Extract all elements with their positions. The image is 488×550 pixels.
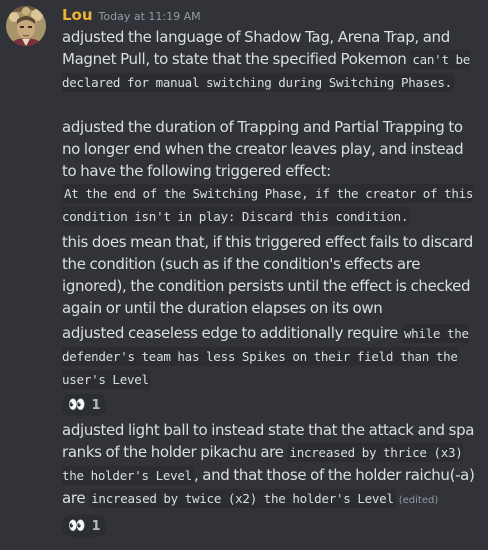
message-header: Lou Today at 11:19 AM	[62, 4, 480, 26]
inline-code: increased by twice (x2) the holder's Lev…	[89, 489, 396, 508]
reaction-count: 1	[91, 397, 101, 413]
reaction-button[interactable]: 👀 1	[62, 515, 107, 537]
eyes-emoji-icon: 👀	[68, 397, 85, 413]
inline-code: At the end of the Switching Phase, if th…	[62, 184, 474, 226]
message-timestamp[interactable]: Today at 11:19 AM	[99, 10, 201, 23]
eyes-emoji-icon: 👀	[68, 518, 85, 534]
message-paragraph: adjusted light ball to instead state tha…	[62, 419, 480, 512]
message-text: adjusted the duration of Trapping and Pa…	[62, 118, 464, 180]
message-text: adjusted ceaseless edge to additionally …	[62, 324, 402, 342]
message-paragraph: adjusted the language of Shadow Tag, Are…	[62, 26, 480, 94]
message-text: adjusted the language of Shadow Tag, Are…	[62, 28, 450, 68]
message-paragraph: this does mean that, if this triggered e…	[62, 231, 480, 319]
message-text: this does mean that, if this triggered e…	[62, 233, 473, 317]
character-portrait-icon	[6, 6, 46, 46]
message-paragraph: adjusted the duration of Trapping and Pa…	[62, 116, 480, 228]
message-content: Lou Today at 11:19 AM adjusted the langua…	[62, 4, 480, 540]
edited-indicator[interactable]: (edited)	[399, 495, 439, 506]
reaction-button[interactable]: 👀 1	[62, 394, 107, 416]
message-paragraph: adjusted ceaseless edge to additionally …	[62, 322, 480, 391]
reaction-count: 1	[91, 518, 101, 534]
author-name[interactable]: Lou	[62, 6, 93, 24]
avatar[interactable]	[6, 6, 46, 46]
